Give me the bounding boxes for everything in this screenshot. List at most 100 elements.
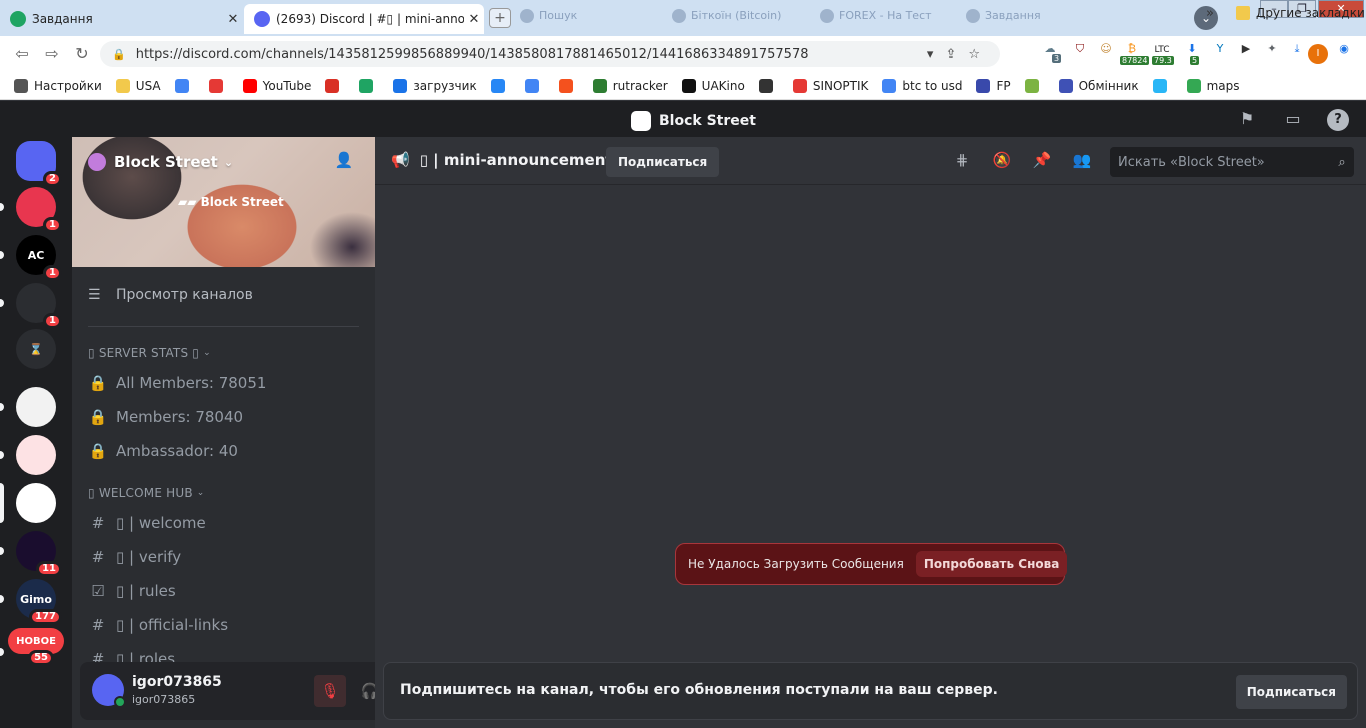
cartoon-server-icon[interactable] [16, 387, 56, 427]
background-tab[interactable]: Біткоїн (Bitcoin) [672, 9, 781, 23]
forward-arrow-icon[interactable]: ⇨ [42, 44, 62, 63]
new-tab-button[interactable]: + [489, 8, 511, 28]
share-icon[interactable]: ⇪ [945, 47, 956, 62]
mention-badge: 11 [36, 561, 62, 577]
background-tab[interactable]: Пошук [520, 9, 577, 23]
close-tab-icon[interactable]: ✕ [464, 12, 484, 27]
bookmark-item[interactable] [1024, 78, 1045, 93]
red-server-icon[interactable]: 1 [16, 187, 62, 233]
terminal-extension-icon[interactable]: ▶ [1236, 42, 1256, 64]
browse-channels-icon: ☰ [88, 287, 101, 303]
bookmark-label: SINOPTIK [812, 78, 869, 93]
help-icon[interactable]: ? [1327, 109, 1349, 131]
y-extension-icon[interactable]: Y [1210, 42, 1230, 64]
litecoin-extension-icon[interactable]: LTC 79.3 [1152, 42, 1174, 65]
lock-icon[interactable]: 🔒 [112, 48, 126, 61]
unread-indicator [0, 547, 4, 555]
retry-button[interactable]: Попробовать Снова [915, 551, 1068, 577]
hourglass-server-icon[interactable]: ⌛ [16, 329, 56, 369]
username[interactable]: igor073865 [132, 674, 222, 690]
bookmark-favicon-icon [1186, 78, 1201, 93]
bookmark-item[interactable]: загрузчик [393, 78, 477, 93]
home-icon[interactable]: 2 [16, 141, 62, 187]
bookmark-item[interactable]: rutracker [592, 78, 668, 93]
gimo-server-icon[interactable]: Gimo 177 [16, 579, 62, 625]
avatar[interactable] [92, 674, 126, 708]
other-bookmarks[interactable]: Другие закладки [1236, 6, 1365, 20]
member-list-icon[interactable]: 👥 [1070, 151, 1094, 171]
bookmarks-overflow-icon[interactable]: » [1206, 6, 1214, 21]
bookmark-item[interactable] [359, 78, 379, 93]
server-name-header[interactable]: Block Street ⌄ [88, 153, 233, 171]
download-extension-icon[interactable]: ⬇ 5 [1182, 42, 1202, 65]
bookmark-item[interactable] [758, 78, 779, 93]
background-tab[interactable]: Завдання [966, 9, 1041, 23]
bookmark-label: Настройки [34, 78, 102, 93]
bookmark-item[interactable]: maps [1186, 78, 1240, 93]
reload-icon[interactable]: ↻ [72, 44, 92, 63]
channel-item[interactable]: # ▯ | official-links [88, 616, 228, 634]
close-tab-icon[interactable]: ✕ [223, 12, 243, 27]
browser-tab-tasks[interactable]: Завдання ✕ [0, 4, 243, 34]
bookmark-item[interactable] [325, 78, 345, 93]
threads-icon[interactable]: ⋕ [950, 151, 974, 171]
mute-mic-button[interactable]: 🎙 [314, 675, 346, 707]
channel-category[interactable]: ▯ SERVER STATS ▯ ⌄ [88, 346, 211, 360]
face-extension-icon[interactable]: ☺ [1096, 42, 1116, 64]
address-bar[interactable]: 🔒 https://discord.com/channels/143581259… [100, 41, 1000, 67]
bookmark-item[interactable]: Обмінник [1058, 78, 1139, 93]
new-unreads-pill[interactable]: НОВОЕ 55 [8, 628, 64, 666]
bookmark-item[interactable]: btc to usd [882, 78, 962, 93]
bookmark-item[interactable] [558, 78, 579, 93]
search-box[interactable]: ⌕ [1110, 147, 1354, 177]
browser-tab-discord[interactable]: (2693) Discord | #▯ | mini-announcements… [244, 4, 484, 34]
channel-item[interactable]: 🔒 Members: 78040 [88, 408, 243, 426]
bookmark-item[interactable]: Настройки [14, 78, 102, 93]
channel-category[interactable]: ▯ WELCOME HUB ⌄ [88, 486, 205, 500]
follow-button[interactable]: Подписаться [606, 147, 720, 177]
cloud-extension-icon[interactable]: ☁ 3 [1040, 42, 1062, 64]
inbox-icon[interactable]: ▭ [1282, 109, 1304, 131]
bookmark-item[interactable] [490, 78, 511, 93]
background-tab[interactable]: FOREX - На Тест [820, 9, 932, 23]
bookmark-item[interactable] [208, 78, 229, 93]
pin-icon[interactable]: 📌 [1030, 151, 1054, 171]
ublock-extension-icon[interactable]: ⛉ [1070, 42, 1090, 64]
channel-item[interactable]: # ▯ | verify [88, 548, 181, 566]
dog-server-icon[interactable] [16, 435, 56, 475]
search-input[interactable] [1110, 154, 1330, 170]
headphones-button[interactable]: 🎧 [354, 675, 375, 707]
bitcoin-extension-icon[interactable]: ₿ 87824 [1120, 42, 1150, 65]
bookmark-item[interactable]: SINOPTIK [792, 78, 869, 93]
bookmark-item[interactable]: USA [115, 78, 161, 93]
follow-channel-button[interactable]: Подписаться [1235, 675, 1347, 709]
block-street-server-icon[interactable] [16, 483, 56, 523]
browse-channels-link[interactable]: ☰ Просмотр каналов [88, 287, 253, 303]
channel-item[interactable]: 🔒 All Members: 78051 [88, 374, 267, 392]
star-icon[interactable]: ☆ [968, 47, 980, 62]
puzzle-extensions-icon[interactable]: ✦ [1262, 42, 1282, 64]
turtle-server-icon[interactable]: 1 [16, 283, 62, 329]
channel-label: ▯ | welcome [116, 514, 206, 532]
bookmark-item[interactable] [1152, 78, 1173, 93]
browser-menu-icon[interactable]: ◉ [1334, 42, 1354, 64]
bookmark-item[interactable] [524, 78, 545, 93]
profile-avatar[interactable]: I [1308, 44, 1328, 64]
bookmark-item[interactable] [174, 78, 195, 93]
back-arrow-icon[interactable]: ⇦ [12, 44, 32, 63]
flag-icon[interactable]: ⚑ [1236, 109, 1258, 131]
purple-server-icon[interactable]: 11 [16, 531, 62, 577]
notification-mute-icon[interactable]: 🔕 [990, 151, 1014, 171]
ac-server-icon[interactable]: AC 1 [16, 235, 62, 281]
unread-indicator [0, 251, 4, 259]
chevron-down-icon[interactable]: ▾ [927, 47, 934, 62]
channel-item[interactable]: ☑ ▯ | rules [88, 582, 175, 600]
bookmark-item[interactable]: UAKino [681, 78, 745, 93]
downloads-icon[interactable]: ⤓ [1287, 42, 1307, 64]
invite-people-icon[interactable]: 👤 [332, 151, 356, 175]
channel-item[interactable]: # ▯ | welcome [88, 514, 206, 532]
server-banner[interactable]: ▰▰ Block Street Block Street ⌄ 👤 [72, 137, 375, 267]
channel-item[interactable]: 🔒 Ambassador: 40 [88, 442, 238, 460]
bookmark-item[interactable]: YouTube [242, 78, 311, 93]
bookmark-item[interactable]: FP [976, 78, 1011, 93]
